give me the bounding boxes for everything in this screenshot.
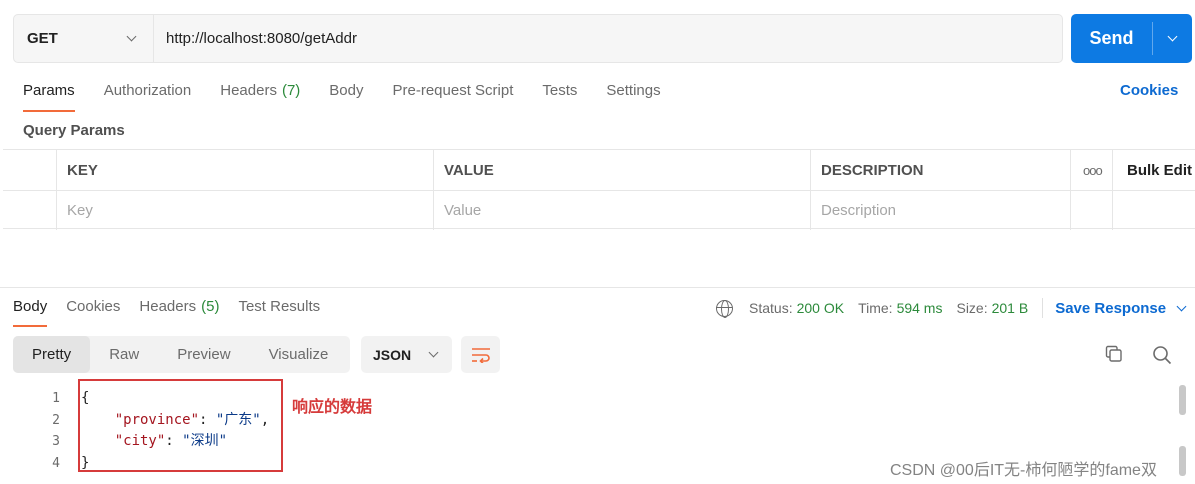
send-button[interactable]: Send [1071, 14, 1192, 63]
column-divider [1070, 150, 1071, 230]
tab-headers-count: (7) [281, 82, 301, 99]
url-input[interactable]: http://localhost:8080/getAddr [154, 15, 1062, 62]
response-tabs: Body Cookies Headers (5) Test Results [13, 298, 339, 327]
tab-response-cookies[interactable]: Cookies [66, 298, 120, 315]
save-response-label: Save Response [1055, 299, 1167, 317]
size-value[interactable]: 201 B [992, 300, 1029, 316]
tab-prerequest-script[interactable]: Pre-request Script [393, 82, 514, 99]
annotation-label: 响应的数据 [292, 399, 373, 416]
column-key: KEY [67, 161, 98, 179]
tab-test-results[interactable]: Test Results [238, 298, 320, 315]
value-input[interactable]: Value [433, 191, 481, 230]
line-number: 2 [52, 412, 60, 428]
method-select[interactable]: GET [14, 15, 154, 62]
line-number: 1 [52, 391, 60, 406]
tab-response-headers-label: Headers [139, 298, 197, 315]
send-options-button[interactable] [1153, 14, 1192, 63]
response-divider [0, 287, 1195, 288]
send-label[interactable]: Send [1071, 14, 1152, 63]
globe-icon[interactable] [716, 299, 733, 318]
copy-icon[interactable] [1105, 345, 1123, 363]
line-numbers: 1 2 3 4 [40, 388, 60, 474]
status-value[interactable]: 200 OK [797, 300, 844, 316]
view-mode-group: Pretty Raw Preview Visualize [13, 336, 350, 373]
table-header-row: KEY VALUE DESCRIPTION ooo Bulk Edit [3, 150, 1195, 190]
view-preview[interactable]: Preview [158, 336, 249, 373]
time-label: Time: [858, 300, 893, 316]
chevron-down-icon [428, 347, 439, 358]
wrap-lines-button[interactable] [461, 336, 500, 373]
tab-authorization[interactable]: Authorization [104, 82, 192, 99]
view-raw[interactable]: Raw [90, 336, 158, 373]
column-value: VALUE [444, 161, 494, 179]
scrollbar[interactable] [1179, 446, 1186, 476]
column-divider [433, 150, 434, 230]
table-row: Key Value Description [3, 190, 1195, 230]
tab-body[interactable]: Body [329, 82, 363, 99]
status-label: Status: [749, 300, 793, 316]
tab-response-body[interactable]: Body [13, 298, 48, 327]
request-bar: GET http://localhost:8080/getAddr [13, 14, 1063, 63]
format-value: JSON [373, 346, 412, 363]
highlight-box [78, 379, 283, 472]
tab-response-headers[interactable]: Headers (5) [139, 298, 219, 315]
key-input[interactable]: Key [56, 191, 93, 230]
column-divider [810, 150, 811, 230]
save-response-button[interactable]: Save Response [1055, 299, 1187, 317]
watermark: CSDN @00后IT无-柿何陋学的fame双 [890, 462, 1157, 479]
time-value[interactable]: 594 ms [897, 300, 943, 316]
line-number: 4 [52, 455, 60, 471]
method-value: GET [27, 30, 58, 47]
chevron-down-icon [1176, 301, 1187, 311]
column-divider [1112, 150, 1113, 230]
tab-tests[interactable]: Tests [542, 82, 577, 99]
query-params-table: KEY VALUE DESCRIPTION ooo Bulk Edit Key … [3, 149, 1195, 230]
cookies-link[interactable]: Cookies [1120, 82, 1178, 99]
chevron-down-icon [1167, 31, 1178, 42]
more-options-icon[interactable]: ooo [1072, 150, 1103, 190]
tab-settings[interactable]: Settings [606, 82, 660, 99]
format-select[interactable]: JSON [361, 336, 452, 373]
tab-headers-label: Headers [220, 82, 277, 99]
description-input[interactable]: Description [810, 191, 896, 230]
tab-params[interactable]: Params [23, 82, 75, 112]
search-icon[interactable] [1152, 345, 1172, 365]
column-divider [56, 150, 57, 230]
query-params-title: Query Params [23, 122, 125, 139]
chevron-down-icon [126, 31, 137, 42]
column-description: DESCRIPTION [821, 161, 924, 179]
view-pretty[interactable]: Pretty [13, 336, 91, 373]
status-separator [1042, 298, 1044, 318]
response-status: Status: 200 OK Time: 594 ms Size: 201 B … [716, 298, 1187, 318]
scrollbar[interactable] [1179, 385, 1186, 415]
request-tabs: Params Authorization Headers (7) Body Pre… [23, 82, 690, 112]
tab-response-headers-count: (5) [201, 298, 220, 315]
bulk-edit-button[interactable]: Bulk Edit [1116, 150, 1192, 190]
size-label: Size: [956, 300, 988, 316]
wrap-lines-icon [471, 347, 490, 363]
line-number: 3 [52, 434, 60, 449]
tab-headers[interactable]: Headers (7) [220, 82, 300, 99]
view-visualize[interactable]: Visualize [250, 336, 348, 373]
